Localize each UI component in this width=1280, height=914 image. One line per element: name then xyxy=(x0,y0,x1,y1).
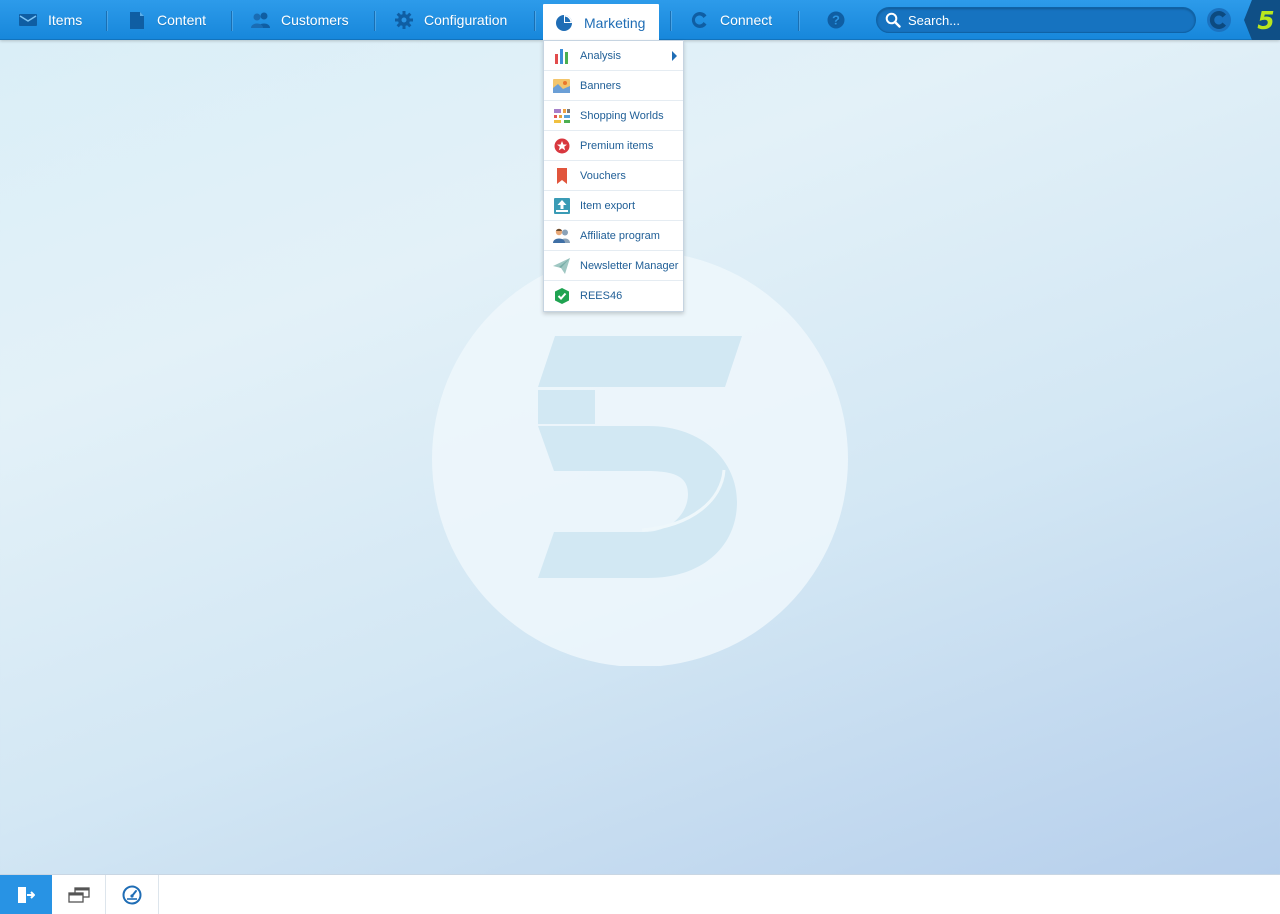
logout-icon xyxy=(17,887,35,903)
bookmark-icon xyxy=(553,167,570,184)
main-navigation-bar: Items Content Customers Configuration Ma… xyxy=(0,0,1280,41)
grid-icon xyxy=(553,107,570,124)
search-icon xyxy=(885,12,901,28)
menu-item-newsletter-manager[interactable]: Newsletter Manager xyxy=(544,251,683,281)
customers-icon xyxy=(251,10,271,30)
menu-item-vouchers[interactable]: Vouchers xyxy=(544,161,683,191)
windows-icon xyxy=(68,887,90,903)
nav-configuration-label: Configuration xyxy=(424,12,508,28)
nav-help[interactable]: ? xyxy=(826,0,846,40)
menu-item-analysis[interactable]: Analysis xyxy=(544,41,683,71)
menu-item-rees46[interactable]: REES46 xyxy=(544,281,683,311)
menu-item-banners[interactable]: Banners xyxy=(544,71,683,101)
connect-icon xyxy=(690,10,710,30)
menu-item-label: Banners xyxy=(580,79,621,92)
items-icon xyxy=(18,10,38,30)
nav-separator xyxy=(798,11,799,31)
nav-content-label: Content xyxy=(157,12,207,28)
menu-item-label: Premium items xyxy=(580,139,654,152)
bottom-taskbar xyxy=(0,874,1280,914)
paper-plane-icon xyxy=(553,257,570,274)
image-icon xyxy=(553,77,570,94)
logout-button[interactable] xyxy=(0,875,52,914)
marketing-dropdown-menu: Analysis Banners Shopping Worlds Premium… xyxy=(543,40,684,312)
search-input[interactable] xyxy=(908,12,1178,28)
nav-separator xyxy=(374,11,375,31)
version-logo: 5 xyxy=(1244,0,1280,40)
nav-separator xyxy=(106,11,107,31)
background-logo-watermark xyxy=(432,250,850,667)
pie-chart-icon xyxy=(554,13,574,33)
nav-connect[interactable]: Connect xyxy=(690,0,772,40)
menu-item-label: Shopping Worlds xyxy=(580,109,664,122)
dashboard-button[interactable] xyxy=(106,875,159,914)
shield-icon xyxy=(553,288,570,305)
nav-items-label: Items xyxy=(48,12,83,28)
nav-connect-label: Connect xyxy=(720,12,773,28)
search-box[interactable] xyxy=(876,7,1196,33)
gear-icon xyxy=(394,10,414,30)
menu-item-premium-items[interactable]: Premium items xyxy=(544,131,683,161)
menu-item-label: Item export xyxy=(580,199,636,212)
bar-chart-icon xyxy=(553,47,570,64)
nav-separator xyxy=(534,11,535,31)
menu-item-label: Analysis xyxy=(580,49,621,62)
speedometer-icon xyxy=(122,885,142,905)
nav-separator xyxy=(231,11,232,31)
help-icon: ? xyxy=(826,10,846,30)
nav-separator xyxy=(670,11,671,31)
nav-configuration[interactable]: Configuration xyxy=(394,0,507,40)
nav-customers-label: Customers xyxy=(281,12,349,28)
nav-items[interactable]: Items xyxy=(18,0,82,40)
menu-item-label: REES46 xyxy=(580,290,623,302)
users-icon xyxy=(553,227,570,244)
menu-item-affiliate-program[interactable]: Affiliate program xyxy=(544,221,683,251)
content-icon xyxy=(127,10,147,30)
nav-marketing[interactable]: Marketing xyxy=(543,4,660,41)
nav-customers[interactable]: Customers xyxy=(251,0,349,40)
submenu-arrow-icon xyxy=(672,51,677,61)
export-icon xyxy=(553,197,570,214)
version-logo-number: 5 xyxy=(1257,5,1275,35)
menu-item-label: Vouchers xyxy=(580,169,626,182)
nav-marketing-label: Marketing xyxy=(584,14,646,31)
menu-item-label: Affiliate program xyxy=(580,229,660,242)
menu-item-shopping-worlds[interactable]: Shopping Worlds xyxy=(544,101,683,131)
shopware-logo[interactable] xyxy=(1205,6,1233,34)
menu-item-item-export[interactable]: Item export xyxy=(544,191,683,221)
menu-item-label: Newsletter Manager xyxy=(580,259,679,272)
nav-content[interactable]: Content xyxy=(127,0,206,40)
svg-text:?: ? xyxy=(832,13,840,28)
badge-icon xyxy=(553,137,570,154)
windows-button[interactable] xyxy=(53,875,106,914)
